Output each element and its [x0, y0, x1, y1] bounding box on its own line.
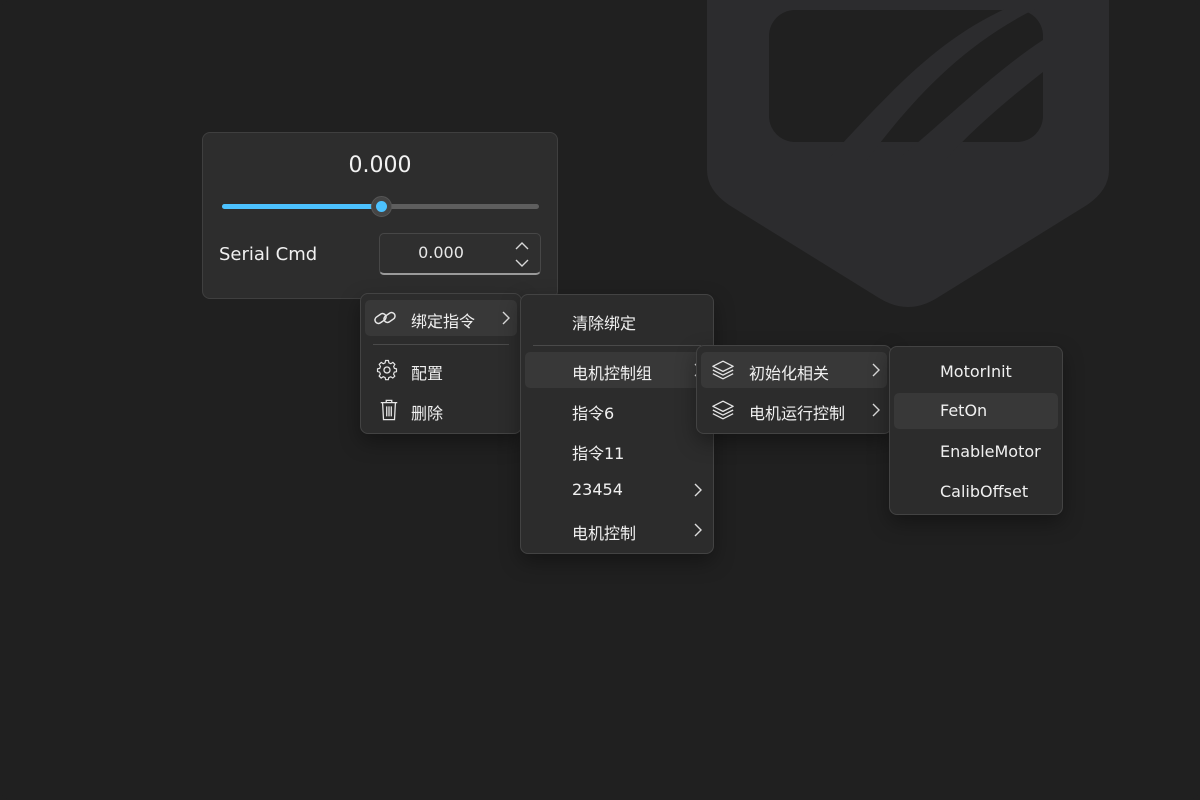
menu-item-enablemotor[interactable]: EnableMotor [894, 434, 1058, 470]
serial-cmd-value[interactable]: 0.000 [380, 243, 502, 262]
menu-item-motorinit[interactable]: MotorInit [894, 354, 1058, 390]
increment-chevron-up-icon[interactable] [514, 239, 530, 253]
chevron-right-icon [694, 483, 702, 497]
menu-item-label: 指令6 [572, 404, 615, 423]
init-related-submenu: MotorInit FetOn EnableMotor CalibOffset [889, 346, 1063, 515]
serial-cmd-number-input[interactable]: 0.000 [379, 233, 541, 275]
background-logo-emblem [707, 0, 1109, 307]
menu-item-label: 电机控制 [572, 524, 637, 543]
menu-item-label: 绑定指令 [411, 312, 476, 331]
slider-fill [222, 204, 381, 209]
menu-item-motor-control[interactable]: 电机控制 [525, 512, 709, 548]
menu-item-label: EnableMotor [940, 442, 1041, 461]
menu-item-label: 配置 [411, 364, 444, 383]
layers-icon [712, 400, 734, 420]
menu-item-label: FetOn [940, 401, 988, 420]
chevron-right-icon [694, 523, 702, 537]
menu-item-label: 删除 [411, 404, 444, 423]
menu-item-label: 电机控制组 [572, 364, 653, 383]
menu-item-command-6[interactable]: 指令6 [525, 392, 709, 428]
menu-item-motor-run-control[interactable]: 电机运行控制 [701, 392, 887, 428]
menu-item-label: MotorInit [940, 362, 1012, 381]
value-control-card: 0.000 Serial Cmd 0.000 [202, 132, 558, 299]
menu-item-command-11[interactable]: 指令11 [525, 432, 709, 468]
menu-item-label: CalibOffset [940, 482, 1029, 501]
menu-item-label: 清除绑定 [572, 314, 637, 333]
menu-item-23454[interactable]: 23454 [525, 472, 709, 508]
menu-separator [373, 344, 509, 345]
chevron-right-icon [502, 311, 510, 325]
menu-item-feton[interactable]: FetOn [894, 393, 1058, 429]
app-window: 0.000 Serial Cmd 0.000 绑定指令 配置 删除 清除绑定 电… [0, 0, 1200, 800]
value-display: 0.000 [348, 153, 412, 178]
link-icon [374, 311, 396, 325]
menu-item-caliboffset[interactable]: CalibOffset [894, 474, 1058, 510]
decrement-chevron-down-icon[interactable] [514, 256, 530, 270]
menu-item-init-related[interactable]: 初始化相关 [701, 352, 887, 388]
context-menu: 绑定指令 配置 删除 [360, 293, 522, 434]
gear-icon [376, 359, 398, 381]
menu-item-config[interactable]: 配置 [365, 352, 517, 388]
menu-item-delete[interactable]: 删除 [365, 392, 517, 428]
motor-control-group-submenu: 初始化相关 电机运行控制 [696, 345, 892, 434]
menu-item-bind-command[interactable]: 绑定指令 [365, 300, 517, 336]
menu-item-label: 电机运行控制 [749, 404, 846, 423]
layers-icon [712, 360, 734, 380]
menu-item-motor-control-group[interactable]: 电机控制组 [525, 352, 709, 388]
bind-command-submenu: 清除绑定 电机控制组 指令6 指令11 23454 电机控制 [520, 294, 714, 554]
chevron-right-icon [872, 403, 880, 417]
menu-separator [533, 345, 701, 346]
serial-cmd-label: Serial Cmd [219, 244, 318, 265]
chevron-right-icon [872, 363, 880, 377]
menu-item-label: 初始化相关 [749, 364, 830, 383]
menu-item-label: 23454 [572, 480, 623, 499]
value-slider[interactable] [222, 196, 539, 217]
trash-icon [380, 399, 398, 421]
menu-item-label: 指令11 [572, 444, 625, 463]
menu-item-clear-binding[interactable]: 清除绑定 [525, 302, 709, 338]
slider-thumb[interactable] [370, 196, 392, 217]
